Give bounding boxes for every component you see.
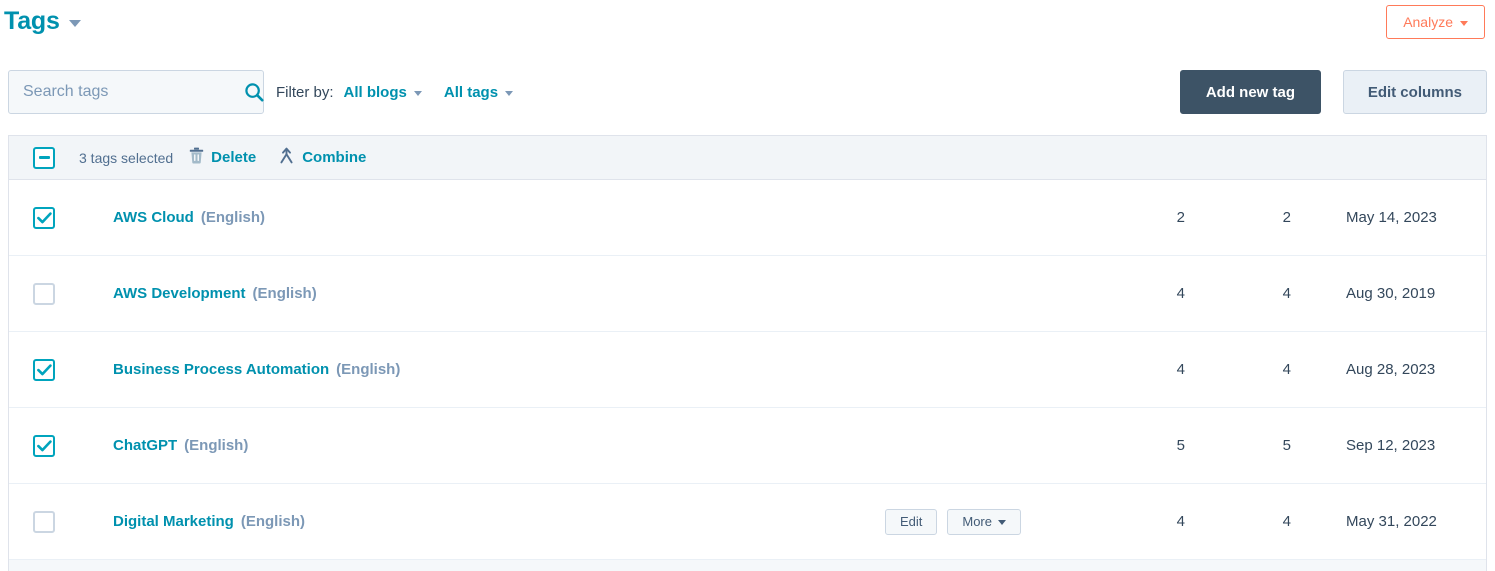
tag-count-b: 4 bbox=[1282, 513, 1291, 530]
chevron-down-icon bbox=[1460, 20, 1468, 26]
filter-all-tags-label: All tags bbox=[443, 83, 499, 101]
tag-language-label: (English) bbox=[184, 437, 249, 454]
check-icon bbox=[36, 363, 52, 375]
row-more-label: More bbox=[962, 514, 992, 529]
search-box[interactable] bbox=[8, 70, 264, 114]
combine-action[interactable]: Combine bbox=[278, 147, 366, 169]
select-all-checkbox[interactable] bbox=[33, 146, 55, 169]
tag-count-b: 5 bbox=[1282, 437, 1291, 454]
table-row[interactable]: AWS Development (English) 4 4 Aug 30, 20… bbox=[9, 256, 1486, 332]
row-edit-label: Edit bbox=[899, 514, 923, 529]
check-icon bbox=[36, 439, 52, 451]
tag-name-cell: Business Process Automation (English) bbox=[79, 361, 1065, 378]
selected-count-label: 3 tags selected bbox=[79, 149, 174, 166]
analyze-button-label: Analyze bbox=[1403, 14, 1453, 30]
tag-language-label: (English) bbox=[240, 513, 306, 530]
tag-count-a: 2 bbox=[1176, 209, 1185, 226]
tag-name-link[interactable]: Digital Marketing bbox=[113, 513, 234, 530]
row-checkbox-cell bbox=[9, 358, 79, 381]
analyze-button[interactable]: Analyze bbox=[1386, 5, 1485, 39]
row-checkbox-cell bbox=[9, 510, 79, 533]
chevron-down-icon bbox=[998, 520, 1006, 525]
tag-count-a: 4 bbox=[1176, 513, 1185, 530]
merge-icon bbox=[278, 147, 295, 169]
trash-icon bbox=[189, 147, 204, 169]
table-row-partial bbox=[9, 560, 1486, 571]
table-row[interactable]: AWS Cloud (English) 2 2 May 14, 2023 bbox=[9, 180, 1486, 256]
tag-name-link[interactable]: AWS Development bbox=[113, 285, 246, 302]
search-icon[interactable] bbox=[238, 71, 270, 113]
tag-name-cell: Digital Marketing (English) bbox=[79, 513, 885, 530]
tag-count-b: 2 bbox=[1282, 209, 1291, 226]
row-checkbox[interactable] bbox=[33, 282, 55, 305]
tag-date: May 14, 2023 bbox=[1346, 209, 1437, 226]
tag-count-a: 5 bbox=[1176, 437, 1185, 454]
edit-columns-label: Edit columns bbox=[1367, 83, 1462, 101]
indeterminate-dash-icon bbox=[38, 155, 50, 160]
tag-count-a: 4 bbox=[1176, 361, 1185, 378]
chevron-down-icon bbox=[505, 91, 514, 96]
filter-all-tags[interactable]: All tags bbox=[443, 83, 514, 101]
row-edit-button[interactable]: Edit bbox=[884, 508, 938, 535]
combine-action-label: Combine bbox=[302, 149, 367, 166]
add-new-tag-label: Add new tag bbox=[1205, 83, 1295, 101]
tag-language-label: (English) bbox=[200, 209, 265, 226]
row-checkbox[interactable] bbox=[33, 358, 55, 381]
row-checkbox[interactable] bbox=[33, 206, 55, 229]
page-title: Tags bbox=[4, 7, 60, 35]
table-row[interactable]: Digital Marketing (English) Edit More 4 … bbox=[9, 484, 1486, 560]
selection-toolbar: 3 tags selected Delete Combine bbox=[9, 136, 1486, 180]
row-checkbox[interactable] bbox=[33, 434, 55, 457]
chevron-down-icon[interactable] bbox=[68, 20, 81, 27]
tag-date: Aug 30, 2019 bbox=[1346, 285, 1436, 302]
table-row[interactable]: Business Process Automation (English) 4 … bbox=[9, 332, 1486, 408]
row-more-button[interactable]: More bbox=[947, 508, 1021, 535]
tag-count-b: 4 bbox=[1282, 285, 1291, 302]
row-checkbox-cell bbox=[9, 282, 79, 305]
tag-name-cell: AWS Development (English) bbox=[79, 285, 1065, 302]
delete-action-label: Delete bbox=[211, 149, 257, 166]
table-row[interactable]: ChatGPT (English) 5 5 Sep 12, 2023 bbox=[9, 408, 1486, 484]
add-new-tag-button[interactable]: Add new tag bbox=[1179, 70, 1321, 114]
filter-all-blogs-label: All blogs bbox=[343, 83, 407, 101]
edit-columns-button[interactable]: Edit columns bbox=[1342, 70, 1487, 114]
tags-table: 3 tags selected Delete Combine AWS Cloud… bbox=[8, 135, 1487, 571]
tag-count-a: 4 bbox=[1176, 285, 1185, 302]
tag-count-b: 4 bbox=[1282, 361, 1291, 378]
row-checkbox[interactable] bbox=[33, 510, 55, 533]
tag-name-cell: ChatGPT (English) bbox=[79, 437, 1065, 454]
tag-date: Sep 12, 2023 bbox=[1346, 437, 1436, 454]
tag-date: May 31, 2022 bbox=[1346, 513, 1437, 530]
search-input[interactable] bbox=[9, 83, 238, 101]
toolbar: Filter by: All blogs All tags Add new ta… bbox=[0, 66, 1495, 118]
chevron-down-icon bbox=[413, 91, 422, 96]
tag-date: Aug 28, 2023 bbox=[1346, 361, 1436, 378]
filter-all-blogs[interactable]: All blogs bbox=[344, 84, 422, 101]
tag-name-link[interactable]: Business Process Automation bbox=[113, 361, 329, 378]
tag-language-label: (English) bbox=[336, 361, 401, 378]
filter-group: Filter by: All blogs All tags bbox=[276, 70, 535, 114]
page-title-group[interactable]: Tags bbox=[4, 6, 81, 36]
row-checkbox-cell bbox=[9, 206, 79, 229]
page-header: Tags Analyze bbox=[0, 0, 1495, 52]
tag-name-link[interactable]: ChatGPT bbox=[113, 437, 177, 454]
tag-name-cell: AWS Cloud (English) bbox=[79, 209, 1065, 226]
tag-name-link[interactable]: AWS Cloud bbox=[113, 209, 194, 226]
filter-by-label: Filter by: bbox=[276, 83, 334, 101]
tag-language-label: (English) bbox=[252, 285, 317, 302]
delete-action[interactable]: Delete bbox=[189, 147, 256, 169]
tags-page: Tags Analyze Filter by: All blogs bbox=[0, 0, 1495, 571]
row-checkbox-cell bbox=[9, 434, 79, 457]
row-action-buttons: Edit More bbox=[884, 508, 1021, 535]
check-icon bbox=[36, 211, 52, 223]
master-checkbox-cell bbox=[9, 146, 79, 169]
